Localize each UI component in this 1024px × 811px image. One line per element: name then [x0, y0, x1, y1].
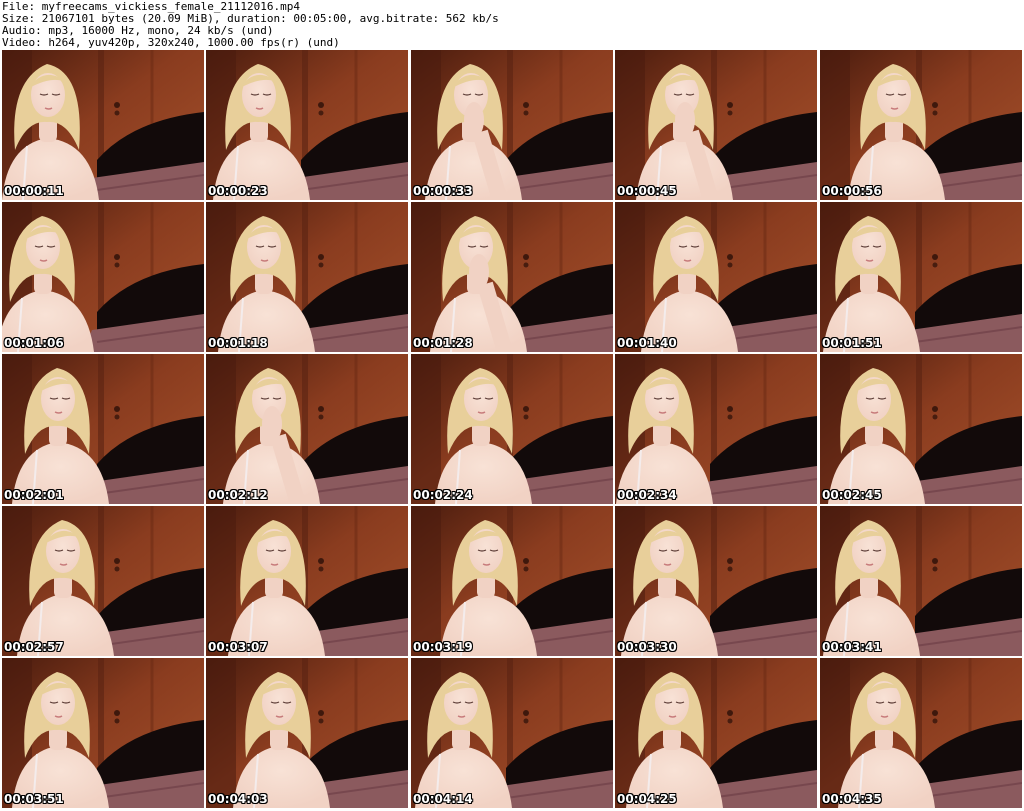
video-thumbnail: 00:02:12	[206, 354, 408, 504]
thumbnail-timestamp: 00:03:51	[4, 792, 64, 806]
video-thumbnail: 00:03:07	[206, 506, 408, 656]
video-thumbnail: 00:01:28	[411, 202, 613, 352]
video-frame-image	[206, 506, 408, 656]
video-thumbnail: 00:00:56	[820, 50, 1022, 200]
thumbnail-timestamp: 00:04:35	[822, 792, 882, 806]
thumbnail-timestamp: 00:02:57	[4, 640, 64, 654]
thumbnail-timestamp: 00:01:40	[617, 336, 677, 350]
video-frame-image	[206, 50, 408, 200]
thumbnail-timestamp: 00:03:30	[617, 640, 677, 654]
video-info-line: Video: h264, yuv420p, 320x240, 1000.00 f…	[2, 36, 340, 49]
video-frame-image	[820, 506, 1022, 656]
video-frame-image	[2, 50, 204, 200]
thumbnail-timestamp: 00:04:25	[617, 792, 677, 806]
video-frame-image	[820, 50, 1022, 200]
video-thumbnail: 00:02:34	[615, 354, 817, 504]
thumbnail-timestamp: 00:01:51	[822, 336, 882, 350]
video-thumbnail: 00:02:45	[820, 354, 1022, 504]
video-thumbnail: 00:04:35	[820, 658, 1022, 808]
video-thumbnail: 00:04:25	[615, 658, 817, 808]
video-frame-image	[2, 354, 204, 504]
video-frame-image	[206, 658, 408, 808]
video-thumbnail: 00:00:23	[206, 50, 408, 200]
thumbnail-timestamp: 00:02:24	[413, 488, 473, 502]
video-frame-image	[206, 202, 408, 352]
thumbnail-timestamp: 00:03:41	[822, 640, 882, 654]
video-frame-image	[411, 658, 613, 808]
video-thumbnail: 00:00:33	[411, 50, 613, 200]
video-frame-image	[2, 202, 204, 352]
thumbnail-timestamp: 00:01:18	[208, 336, 268, 350]
thumbnail-grid: 00:00:11 00:00:23 00:00:33 00:00:45 00:00:56…	[0, 50, 1024, 811]
video-frame-image	[2, 658, 204, 808]
video-thumbnail: 00:00:45	[615, 50, 817, 200]
video-frame-image	[820, 354, 1022, 504]
video-frame-image	[411, 506, 613, 656]
video-frame-image	[411, 50, 613, 200]
thumbnail-timestamp: 00:02:12	[208, 488, 268, 502]
thumbnail-timestamp: 00:01:06	[4, 336, 64, 350]
thumbnail-timestamp: 00:00:23	[208, 184, 268, 198]
video-frame-image	[615, 354, 817, 504]
video-thumbnail: 00:01:18	[206, 202, 408, 352]
video-thumbnail: 00:02:24	[411, 354, 613, 504]
video-thumbnail: 00:02:01	[2, 354, 204, 504]
video-frame-image	[615, 506, 817, 656]
video-frame-image	[615, 658, 817, 808]
video-thumbnail: 00:03:51	[2, 658, 204, 808]
video-thumbnail: 00:04:14	[411, 658, 613, 808]
video-frame-image	[820, 658, 1022, 808]
video-thumbnail: 00:03:30	[615, 506, 817, 656]
video-thumbnail: 00:04:03	[206, 658, 408, 808]
video-thumbnail: 00:03:19	[411, 506, 613, 656]
video-thumbnail: 00:01:06	[2, 202, 204, 352]
video-frame-image	[411, 354, 613, 504]
thumbnail-timestamp: 00:03:07	[208, 640, 268, 654]
thumbnail-timestamp: 00:00:56	[822, 184, 882, 198]
video-frame-image	[615, 202, 817, 352]
video-thumbnail: 00:00:11	[2, 50, 204, 200]
video-thumbnail: 00:03:41	[820, 506, 1022, 656]
thumbnail-timestamp: 00:00:11	[4, 184, 64, 198]
thumbnail-timestamp: 00:02:34	[617, 488, 677, 502]
video-frame-image	[206, 354, 408, 504]
thumbnail-timestamp: 00:00:33	[413, 184, 473, 198]
video-thumbnail: 00:02:57	[2, 506, 204, 656]
thumbnail-timestamp: 00:02:45	[822, 488, 882, 502]
thumbnail-timestamp: 00:04:14	[413, 792, 473, 806]
video-frame-image	[411, 202, 613, 352]
video-thumbnail: 00:01:51	[820, 202, 1022, 352]
thumbnail-timestamp: 00:04:03	[208, 792, 268, 806]
thumbnail-timestamp: 00:01:28	[413, 336, 473, 350]
video-frame-image	[820, 202, 1022, 352]
video-thumbnail: 00:01:40	[615, 202, 817, 352]
thumbnail-timestamp: 00:00:45	[617, 184, 677, 198]
video-frame-image	[615, 50, 817, 200]
file-info-header: File: myfreecams_vickiess_female_2111201…	[2, 1, 1022, 49]
video-frame-image	[2, 506, 204, 656]
thumbnail-timestamp: 00:03:19	[413, 640, 473, 654]
thumbnail-timestamp: 00:02:01	[4, 488, 64, 502]
